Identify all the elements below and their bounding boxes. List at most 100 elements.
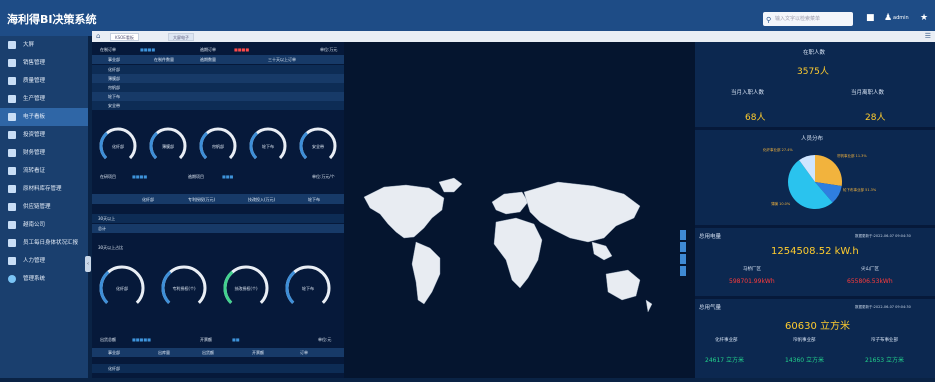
menu-icon (8, 149, 16, 157)
gas-card: 总用气量 数据更新于:2022-06-07 09:04:30 60630 立方米… (695, 299, 935, 378)
power-b-label: 尖山厂区 (861, 267, 879, 272)
menu-icon (8, 41, 16, 49)
gauge-4: 轮下布 (284, 264, 332, 312)
sidebar-item-hr[interactable]: 人力管理 (0, 252, 88, 270)
sidebar-item-production[interactable]: 生产管理 (0, 90, 88, 108)
sidebar-item-finance[interactable]: 财务管理 (0, 144, 88, 162)
app-title: 海利得BI决策系统 (7, 13, 97, 26)
sidebar-item-inventory[interactable]: 原材料库存管理 (0, 180, 88, 198)
menu-search-input[interactable]: ⚲ 输入文字以检索菜单 (763, 12, 853, 26)
gas-date: 数据更新于:2022-06-07 09:04:30 (855, 305, 911, 309)
menu-icon (8, 221, 16, 229)
table-header: 化纤部 专利授权(万元) 技改投入(万元) 轮下布 (92, 194, 344, 204)
pie-label-film: 薄膜 10.0% (771, 202, 791, 206)
menu-icon (8, 59, 16, 67)
power-date: 数据更新于:2022-06-07 09:04:30 (855, 234, 911, 238)
menu-icon (8, 239, 16, 247)
gauge-2: 薄膜部 (148, 126, 188, 166)
shipment-unit: 单位:元 (318, 337, 332, 342)
greenland (438, 177, 463, 193)
user-icon[interactable]: ♟ (884, 13, 892, 23)
invoice-title: 开票额 (200, 337, 212, 342)
table-row: 化纤部 (92, 364, 344, 373)
table-row: 总计 (92, 224, 344, 233)
gas-col3-value: 21653 立方米 (865, 357, 904, 364)
svg-text:化纤部: 化纤部 (116, 285, 128, 291)
home-icon[interactable]: ⌂ (96, 32, 100, 40)
svg-text:轮下布: 轮下布 (302, 285, 314, 291)
menu-icon (8, 95, 16, 103)
sidebar-item-health[interactable]: 员工每日身体状况汇报 (0, 234, 88, 252)
sidebar-collapse-toggle[interactable]: ‹ (85, 256, 91, 272)
table-row: 帘帆部 (92, 83, 344, 92)
orders-value: ■■■■ (140, 47, 156, 52)
pie-label-curtain: 帘帆事业部 11.3% (837, 154, 867, 158)
shipment-value: ■■■■■ (132, 337, 151, 342)
employees-label: 在职人数 (803, 50, 826, 56)
projects-title: 在研项目 (100, 174, 116, 179)
menu-icon (8, 77, 16, 85)
employee-card: 在职人数 3575人 当月入职人数 当月离职人数 68人 28人 (695, 42, 935, 127)
africa (493, 217, 543, 289)
overdue-projects-value: ■■■ (222, 174, 234, 179)
gas-col1-label: 化纤事业部 (715, 338, 738, 343)
north-america (363, 184, 445, 239)
sidebar-item-dashboard[interactable]: 大屏 (0, 36, 88, 54)
sidebar-item-system[interactable]: 管理系统 (0, 270, 88, 288)
star-icon[interactable]: ★ (920, 13, 928, 23)
sidebar-item-investment[interactable]: 投资管理 (0, 126, 88, 144)
tab-ksoe[interactable]: KSOE看板 (110, 33, 139, 41)
user-name[interactable]: admin (893, 15, 909, 21)
left-panel: 在制订单 ■■■■ 逾期订单 ■■■■ 单位:万元 事业部 在制件数量 逾期数量… (92, 42, 344, 378)
svg-text:帘帆部: 帘帆部 (212, 143, 224, 149)
svg-text:轮下布: 轮下布 (262, 143, 274, 149)
gauge-3: 帘帆部 (198, 126, 238, 166)
menu-icon (8, 203, 16, 211)
svg-text:技改授权(个): 技改授权(个) (234, 285, 258, 291)
table-header: 事业部 在制件数量 逾期数量 三十天以上订单 (92, 55, 344, 64)
sidebar-item-sales[interactable]: 销售管理 (0, 54, 88, 72)
south-america (411, 241, 441, 305)
overdue-value: ■■■■ (234, 47, 250, 52)
table-row: 安全带 (92, 101, 344, 110)
power-a-label: 马桥厂区 (743, 267, 761, 272)
gauge-5: 安全带 (298, 126, 338, 166)
svg-text:安全带: 安全带 (312, 143, 324, 149)
sidebar-item-vietnam[interactable]: 越南公司 (0, 216, 88, 234)
sidebar-item-flow[interactable]: 流转看证 (0, 162, 88, 180)
joined-value: 68人 (745, 113, 766, 123)
right-panel: 在职人数 3575人 当月入职人数 当月离职人数 68人 28人 人员分布 化纤… (695, 42, 935, 378)
gas-title: 总用气量 (699, 305, 722, 311)
sidebar-item-supply[interactable]: 供应链管理 (0, 198, 88, 216)
tab-bar: ⌂ KSOE看板 大屏电子 ☰ (92, 31, 935, 42)
southeast-asia (591, 241, 613, 261)
tab-screen[interactable]: 大屏电子 (168, 33, 194, 41)
projects-unit: 单位:万元/个 (312, 174, 335, 179)
sidebar: 大屏 销售管理 质量管理 生产管理 电子看板 投资管理 财务管理 流转看证 原材… (0, 36, 88, 378)
gauge-2: 专利授权(个) (160, 264, 208, 312)
notification-icon[interactable]: ■ (866, 13, 875, 23)
gauge-4: 轮下布 (248, 126, 288, 166)
menu-icon (8, 167, 16, 175)
world-map (363, 177, 653, 313)
pie-label-chemical: 化纤事业部 27.4% (763, 148, 793, 152)
menu-icon[interactable]: ☰ (925, 32, 931, 40)
distribution-title: 人员分布 (801, 136, 824, 142)
asia (523, 181, 641, 243)
gas-col3-label: 帘子布事业部 (871, 338, 898, 343)
svg-text:专利授权(个): 专利授权(个) (172, 285, 196, 291)
orders-title: 在制订单 (100, 47, 116, 52)
gas-col2-label: 帘帆事业部 (793, 338, 816, 343)
search-icon: ⚲ (766, 16, 772, 24)
power-a-value: 598701.99kWh (729, 278, 775, 285)
sidebar-item-quality[interactable]: 质量管理 (0, 72, 88, 90)
sidebar-item-board[interactable]: 电子看板 (0, 108, 88, 126)
map-zoom-scrollbar[interactable] (680, 230, 686, 278)
gauge-3: 技改授权(个) (222, 264, 270, 312)
menu-icon (8, 113, 16, 121)
shipment-title: 出货总额 (100, 337, 116, 342)
overdue-title: 逾期订单 (200, 47, 216, 52)
gauge-1: 化纤部 (98, 126, 138, 166)
table-row: 化纤部 (92, 65, 344, 74)
overdue-projects-title: 逾期项目 (188, 174, 204, 179)
